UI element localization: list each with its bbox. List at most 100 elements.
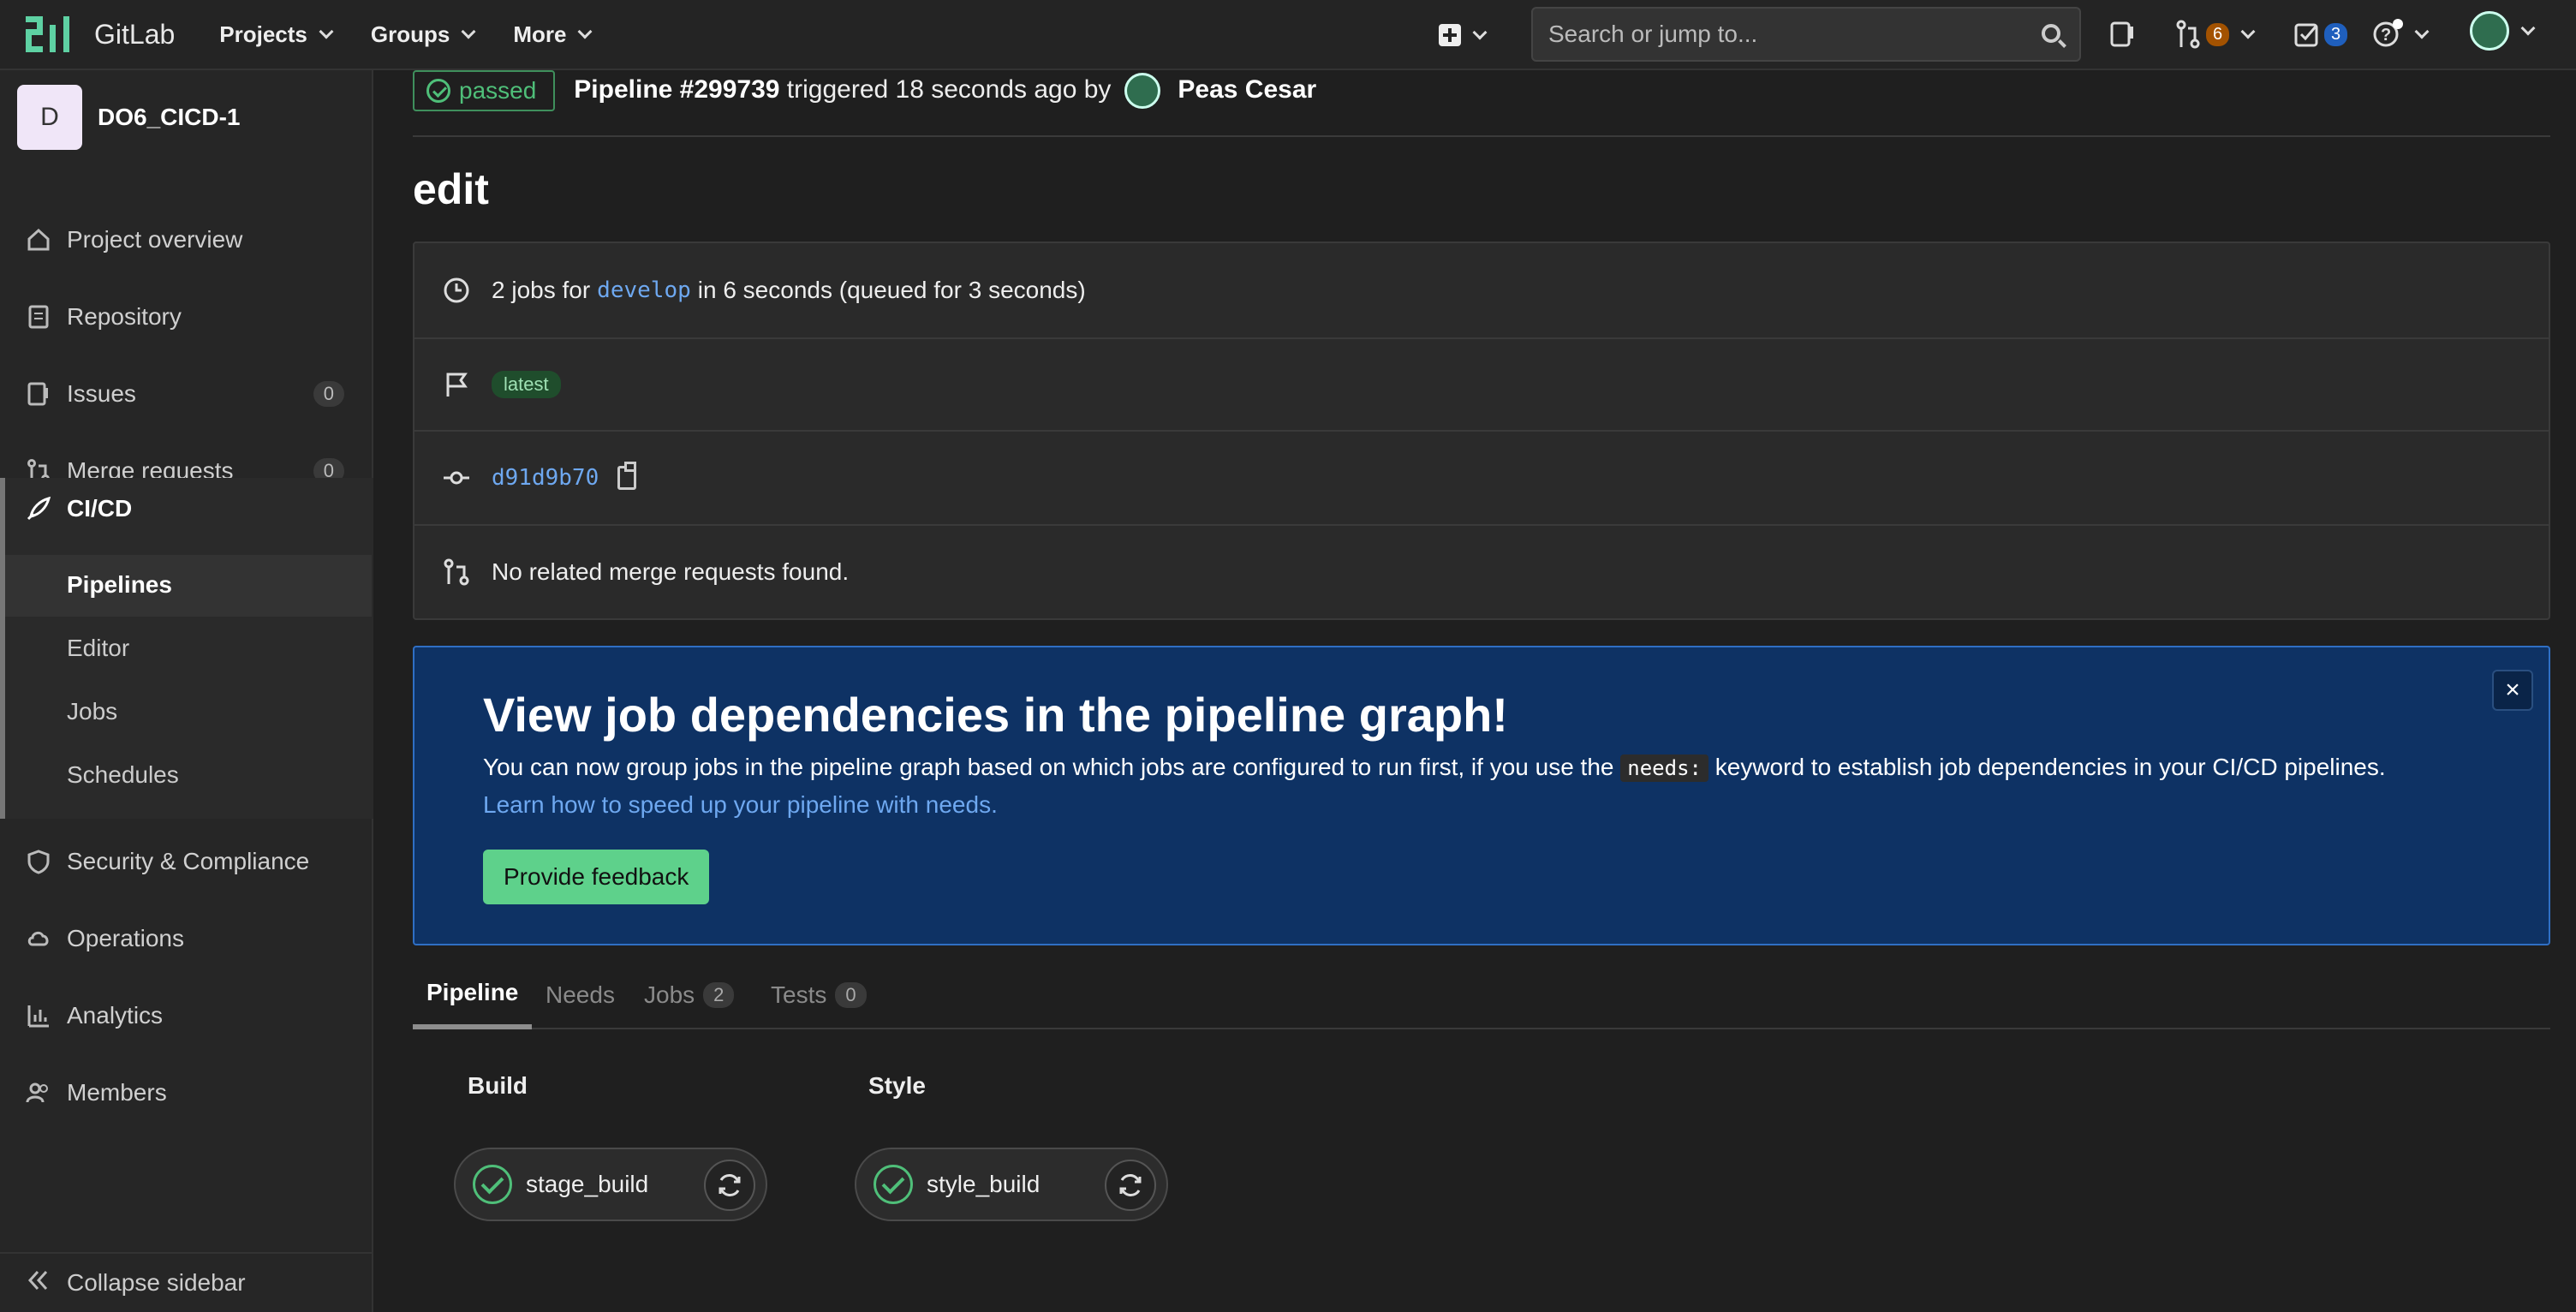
- user-avatar: [2470, 11, 2509, 51]
- cloud-gear-icon: [26, 926, 51, 951]
- double-chevron-left-icon: [26, 1267, 51, 1299]
- project-header[interactable]: D DO6_CICD-1: [0, 70, 372, 164]
- stage-title-style: Style: [868, 1072, 926, 1099]
- jobs-summary-pre: 2 jobs for: [492, 277, 591, 303]
- stage-title-build: Build: [468, 1072, 528, 1099]
- help-dropdown[interactable]: ?: [2372, 17, 2430, 51]
- banner-text-post: keyword to establish job dependencies in…: [1708, 754, 2386, 780]
- tab-jobs[interactable]: Jobs 2: [644, 961, 735, 1029]
- issues-shortcut[interactable]: [2108, 17, 2138, 51]
- issues-icon: [26, 381, 51, 407]
- pipeline-trigger-text: triggered 18 seconds ago by: [779, 75, 1112, 104]
- merge-requests-row: No related merge requests found.: [414, 526, 2549, 618]
- user-menu[interactable]: [2470, 11, 2536, 51]
- project-name: DO6_CICD-1: [98, 104, 241, 130]
- chevron-down-icon: [461, 24, 476, 39]
- copy-icon[interactable]: [617, 462, 637, 490]
- job-stage-build[interactable]: stage_build: [454, 1148, 767, 1221]
- nav-groups[interactable]: Groups: [370, 21, 476, 48]
- sidebar-item-label: Operations: [67, 925, 184, 951]
- svg-text:?: ?: [2381, 26, 2391, 45]
- sidebar-item-members[interactable]: Members: [0, 1062, 373, 1124]
- shield-icon: [26, 849, 51, 874]
- sidebar-subitem-pipelines[interactable]: Pipelines: [67, 571, 172, 599]
- gitlab-logo-icon: [26, 16, 69, 52]
- nav-groups-label: Groups: [370, 21, 450, 47]
- rocket-icon: [26, 496, 51, 522]
- flag-icon: [442, 370, 471, 399]
- gitlab-logo[interactable]: GitLab: [24, 13, 175, 56]
- latest-tag-badge: latest: [492, 371, 561, 398]
- jobs-summary-post: in 6 seconds (queued for 3 seconds): [697, 277, 1086, 303]
- nav-more-label: More: [513, 21, 567, 47]
- sidebar-item-label: Issues: [67, 380, 136, 407]
- tab-label: Needs: [546, 981, 615, 1008]
- tab-pipeline[interactable]: Pipeline: [413, 961, 533, 1029]
- sidebar-item-repository[interactable]: Repository: [0, 286, 373, 348]
- chart-icon: [26, 1003, 51, 1029]
- sidebar-item-label: CI/CD: [67, 495, 133, 522]
- pipeline-header: passed Pipeline #299739 triggered 18 sec…: [413, 70, 1316, 111]
- pipeline-id: Pipeline #299739: [574, 75, 780, 104]
- needs-docs-link[interactable]: Learn how to speed up your pipeline with…: [483, 791, 998, 819]
- nav-projects[interactable]: Projects: [219, 21, 334, 48]
- todo-check-icon: [2294, 23, 2318, 47]
- chevron-down-icon: [1472, 25, 1488, 40]
- divider: [413, 135, 2550, 137]
- chevron-down-icon: [2414, 24, 2430, 39]
- sidebar-item-security[interactable]: Security & Compliance: [0, 831, 373, 892]
- provide-feedback-button[interactable]: Provide feedback: [483, 850, 710, 904]
- pipeline-user[interactable]: Peas Cesar: [1178, 75, 1316, 104]
- merge-request-icon: [2176, 20, 2200, 49]
- jobs-summary-row: 2 jobs for develop in 6 seconds (queued …: [414, 243, 2549, 339]
- needs-promo-banner: View job dependencies in the pipeline gr…: [413, 646, 2550, 945]
- search-input[interactable]: Search or jump to...: [1531, 7, 2081, 62]
- tags-row: latest: [414, 339, 2549, 432]
- banner-text: You can now group jobs in the pipeline g…: [483, 754, 2386, 782]
- sidebar-item-operations[interactable]: Operations: [0, 908, 373, 969]
- collapse-sidebar-button[interactable]: Collapse sidebar: [0, 1252, 373, 1312]
- sidebar-item-cicd[interactable]: CI/CD: [0, 478, 373, 540]
- clock-icon: [442, 276, 471, 305]
- retry-icon[interactable]: [704, 1160, 755, 1211]
- banner-text-pre: You can now group jobs in the pipeline g…: [483, 754, 1621, 780]
- nav-more[interactable]: More: [513, 21, 593, 48]
- todos-shortcut[interactable]: 3: [2293, 17, 2348, 51]
- job-name: stage_build: [526, 1171, 649, 1197]
- merge-requests-shortcut[interactable]: 6: [2175, 17, 2256, 51]
- needs-keyword: needs:: [1620, 754, 1708, 782]
- sidebar-subitem-editor[interactable]: Editor: [67, 635, 129, 662]
- avatar[interactable]: [1124, 73, 1161, 109]
- sidebar-subitem-schedules[interactable]: Schedules: [67, 761, 179, 789]
- chevron-down-icon: [319, 24, 334, 39]
- tab-count-badge: 0: [835, 982, 867, 1008]
- sidebar-item-project-overview[interactable]: Project overview: [0, 209, 373, 271]
- commit-sha-link[interactable]: d91d9b70: [492, 465, 599, 491]
- page-title: edit: [413, 165, 489, 213]
- users-icon: [26, 1080, 51, 1106]
- sidebar-item-analytics[interactable]: Analytics: [0, 985, 373, 1047]
- document-icon: [26, 304, 51, 330]
- tab-label: Pipeline: [426, 979, 519, 1005]
- issues-count-badge: 0: [313, 381, 344, 407]
- sidebar-item-label: Project overview: [67, 226, 243, 253]
- job-name: style_build: [927, 1171, 1041, 1197]
- mr-count-badge: 6: [2206, 22, 2230, 46]
- sidebar-item-label: Security & Compliance: [67, 848, 310, 874]
- issues-icon: [2110, 21, 2133, 47]
- retry-icon[interactable]: [1105, 1160, 1156, 1211]
- sidebar-item-issues[interactable]: Issues 0: [0, 363, 373, 425]
- merge-request-icon: [442, 558, 471, 587]
- pipeline-title: Pipeline #299739 triggered 18 seconds ag…: [574, 73, 1316, 109]
- tab-needs[interactable]: Needs: [546, 961, 615, 1029]
- new-item-dropdown[interactable]: [1439, 0, 1488, 70]
- brand-name: GitLab: [94, 18, 176, 50]
- sidebar-subitem-jobs[interactable]: Jobs: [67, 698, 117, 725]
- close-icon[interactable]: ×: [2492, 670, 2533, 711]
- branch-link[interactable]: develop: [597, 277, 691, 303]
- todo-count-badge: 3: [2324, 22, 2348, 46]
- no-mr-text: No related merge requests found.: [492, 558, 850, 585]
- tab-tests[interactable]: Tests 0: [771, 961, 867, 1029]
- status-badge[interactable]: passed: [413, 70, 556, 111]
- job-style-build[interactable]: style_build: [855, 1148, 1168, 1221]
